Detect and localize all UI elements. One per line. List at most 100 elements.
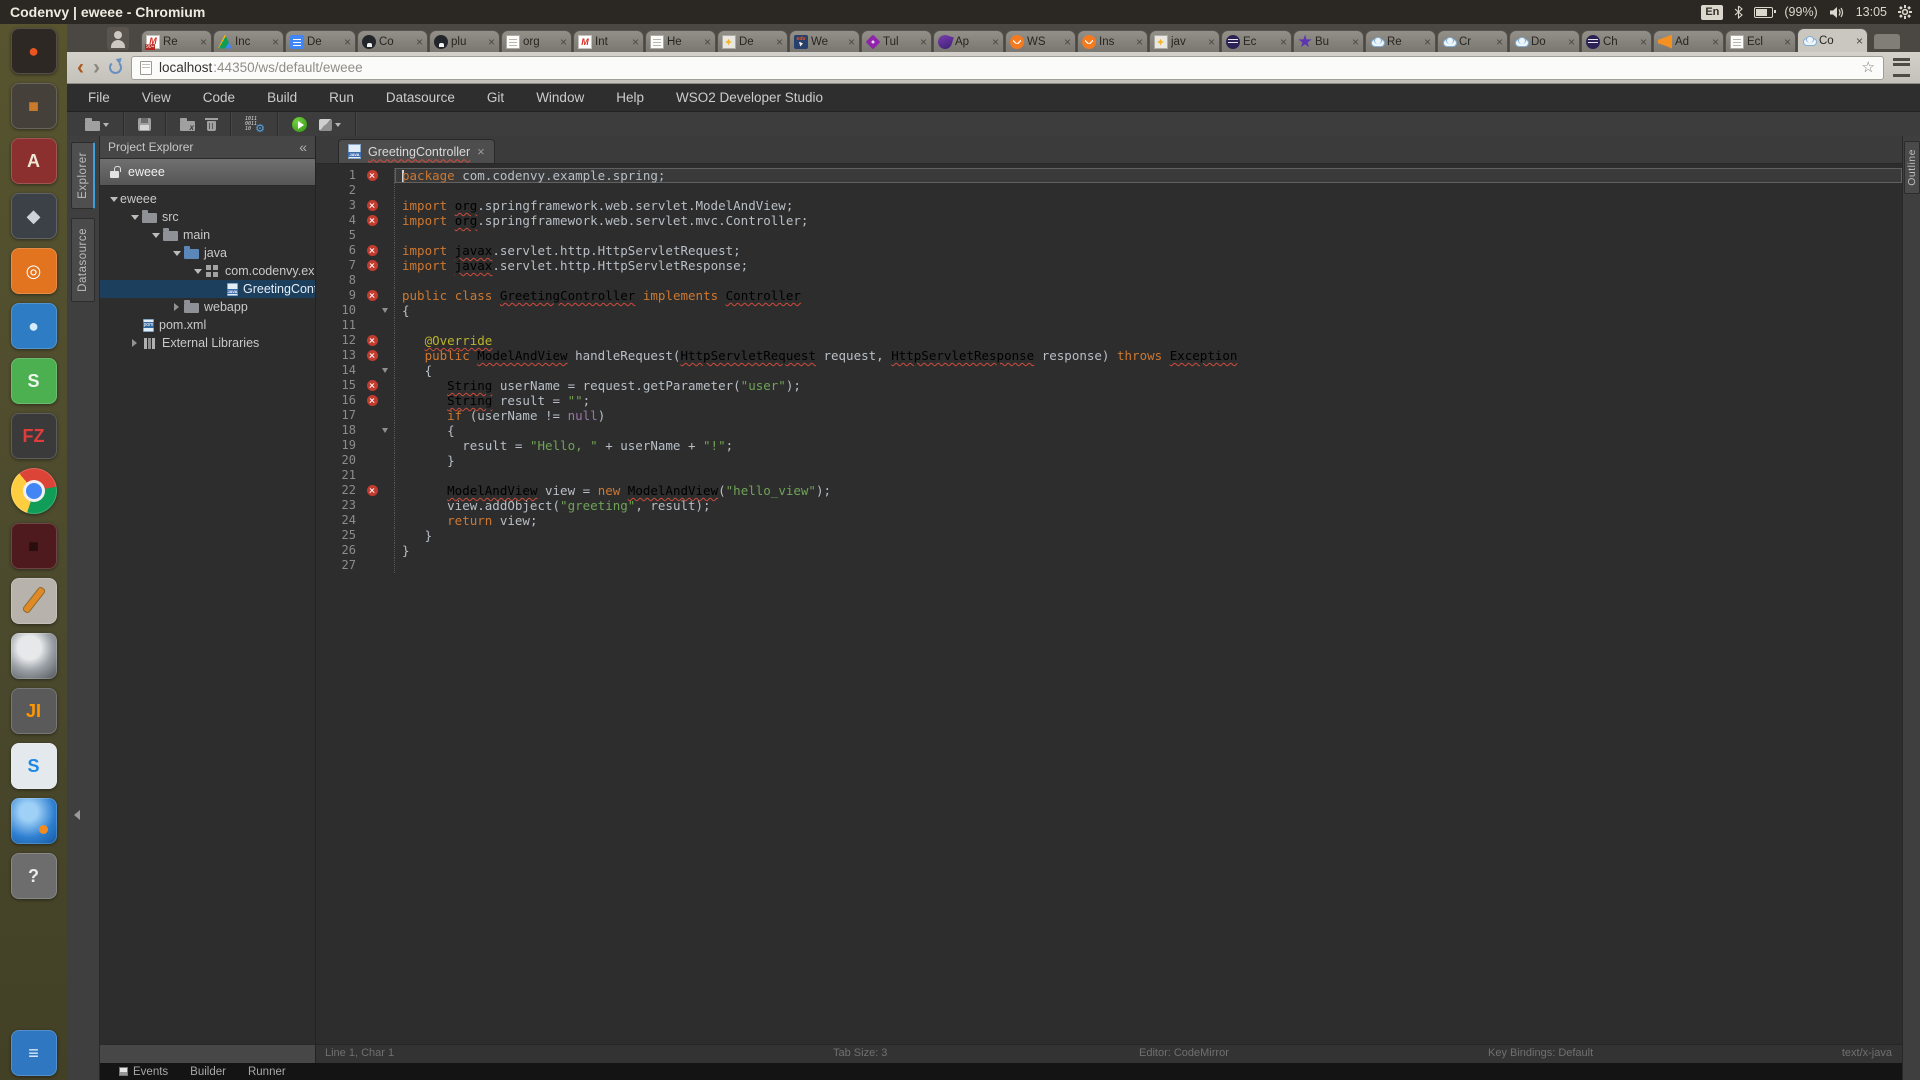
- tab-close-icon[interactable]: ×: [488, 36, 495, 48]
- browser-tab-4-co[interactable]: Co×: [357, 30, 428, 52]
- code-line-10[interactable]: 10{: [316, 303, 1902, 318]
- clock[interactable]: 13:05: [1856, 5, 1887, 19]
- keyboard-layout-indicator[interactable]: En: [1701, 5, 1723, 20]
- launcher-icon-spiral[interactable]: ◎: [11, 248, 57, 294]
- browser-tab-15-jav[interactable]: jav×: [1149, 30, 1220, 52]
- browser-tab-3-de[interactable]: De×: [285, 30, 356, 52]
- tree-item-com-codenvy-example-sp[interactable]: com.codenvy.example.sp: [100, 262, 315, 280]
- code-line-7[interactable]: 7import javax.servlet.http.HttpServletRe…: [316, 258, 1902, 273]
- code-line-13[interactable]: 13 public ModelAndView handleRequest(Htt…: [316, 348, 1902, 363]
- bluetooth-icon[interactable]: [1734, 5, 1743, 19]
- code-line-23[interactable]: 23 view.addObject("greeting", result);: [316, 498, 1902, 513]
- tree-expander-icon[interactable]: [171, 303, 183, 311]
- bottom-tab-events[interactable]: Events: [108, 1063, 179, 1080]
- launcher-icon-sphere-app[interactable]: [11, 633, 57, 679]
- close-tab-icon[interactable]: ×: [477, 145, 485, 158]
- browser-tab-18-re[interactable]: Re×: [1365, 30, 1436, 52]
- code-line-4[interactable]: 4import org.springframework.web.servlet.…: [316, 213, 1902, 228]
- tab-close-icon[interactable]: ×: [1712, 36, 1719, 48]
- launcher-icon-files[interactable]: ■: [11, 83, 57, 129]
- new-tab-button[interactable]: [1874, 34, 1900, 49]
- profile-avatar-icon[interactable]: [107, 27, 129, 50]
- tab-close-icon[interactable]: ×: [1064, 36, 1071, 48]
- menu-git[interactable]: Git: [471, 85, 520, 111]
- code-line-26[interactable]: 26}: [316, 543, 1902, 558]
- close-project-button[interactable]: [174, 118, 201, 131]
- code-line-25[interactable]: 25 }: [316, 528, 1902, 543]
- side-tab-datasource[interactable]: Datasource: [71, 218, 95, 302]
- tree-expander-icon[interactable]: [108, 192, 120, 206]
- code-line-22[interactable]: 22 ModelAndView view = new ModelAndView(…: [316, 483, 1902, 498]
- code-line-19[interactable]: 19 result = "Hello, " + userName + "!";: [316, 438, 1902, 453]
- tree-expander-icon[interactable]: [171, 246, 183, 260]
- browser-tab-12-ap[interactable]: Ap×: [933, 30, 1004, 52]
- browser-tab-10-we[interactable]: We×: [789, 30, 860, 52]
- menu-wso2-developer-studio[interactable]: WSO2 Developer Studio: [660, 85, 839, 111]
- code-line-24[interactable]: 24 return view;: [316, 513, 1902, 528]
- browser-menu-icon[interactable]: [1893, 58, 1910, 77]
- tab-close-icon[interactable]: ×: [1424, 36, 1431, 48]
- launcher-icon-notes[interactable]: ≡: [11, 1030, 57, 1076]
- delete-button[interactable]: [201, 118, 222, 131]
- code-line-6[interactable]: 6import javax.servlet.http.HttpServletRe…: [316, 243, 1902, 258]
- tab-close-icon[interactable]: ×: [704, 36, 711, 48]
- browser-tab-9-de[interactable]: De×: [717, 30, 788, 52]
- tab-close-icon[interactable]: ×: [776, 36, 783, 48]
- launcher-icon-text-editor[interactable]: [11, 578, 57, 624]
- code-line-17[interactable]: 17 if (userName != null): [316, 408, 1902, 423]
- deploy-button[interactable]: [313, 117, 347, 131]
- menu-datasource[interactable]: Datasource: [370, 85, 471, 111]
- browser-tab-21-ch[interactable]: Ch×: [1581, 30, 1652, 52]
- launcher-icon-green-app[interactable]: S: [11, 358, 57, 404]
- tab-close-icon[interactable]: ×: [1784, 36, 1791, 48]
- tab-close-icon[interactable]: ×: [560, 36, 567, 48]
- reload-button[interactable]: [109, 61, 122, 74]
- tree-item-src[interactable]: src: [100, 208, 315, 226]
- launcher-icon-chromium[interactable]: [11, 468, 57, 514]
- browser-tab-5-plu[interactable]: plu×: [429, 30, 500, 52]
- launcher-icon-ubuntu[interactable]: ●: [11, 28, 57, 74]
- code-line-15[interactable]: 15 String userName = request.getParamete…: [316, 378, 1902, 393]
- launcher-icon-archive[interactable]: A: [11, 138, 57, 184]
- code-editor[interactable]: 1package com.codenvy.example.spring;23im…: [316, 164, 1902, 1044]
- battery-icon[interactable]: [1754, 7, 1773, 18]
- side-tab-explorer[interactable]: Explorer: [71, 142, 95, 209]
- launcher-icon-help[interactable]: ?: [11, 853, 57, 899]
- fold-marker-icon[interactable]: [382, 363, 394, 378]
- tree-item-java[interactable]: java: [100, 244, 315, 262]
- code-line-18[interactable]: 18 {: [316, 423, 1902, 438]
- launcher-icon-filezilla[interactable]: FZ: [11, 413, 57, 459]
- menu-window[interactable]: Window: [520, 85, 600, 111]
- launcher-icon-skype[interactable]: S: [11, 743, 57, 789]
- side-tab-outline[interactable]: Outline: [1904, 141, 1920, 194]
- code-line-21[interactable]: 21: [316, 468, 1902, 483]
- tree-expander-icon[interactable]: [129, 210, 141, 224]
- browser-tab-14-ins[interactable]: Ins×: [1077, 30, 1148, 52]
- tree-item-eweee[interactable]: eweee: [100, 190, 315, 208]
- menu-file[interactable]: File: [72, 85, 126, 111]
- browser-tab-8-he[interactable]: He×: [645, 30, 716, 52]
- tab-close-icon[interactable]: ×: [200, 36, 207, 48]
- build-button[interactable]: [239, 117, 269, 132]
- code-line-20[interactable]: 20 }: [316, 453, 1902, 468]
- save-button[interactable]: [132, 118, 157, 131]
- code-line-1[interactable]: 1package com.codenvy.example.spring;: [316, 168, 1902, 183]
- volume-icon[interactable]: [1829, 6, 1845, 19]
- code-line-8[interactable]: 8: [316, 273, 1902, 288]
- code-line-27[interactable]: 27: [316, 558, 1902, 573]
- launcher-icon-blue-app[interactable]: ●: [11, 303, 57, 349]
- browser-tab-20-do[interactable]: Do×: [1509, 30, 1580, 52]
- panel-collapse-arrow-icon[interactable]: [69, 810, 80, 820]
- browser-tab-23-ecl[interactable]: Ecl×: [1725, 30, 1796, 52]
- browser-tab-13-ws[interactable]: WS×: [1005, 30, 1076, 52]
- browser-tab-17-bu[interactable]: Bu×: [1293, 30, 1364, 52]
- browser-tab-7-int[interactable]: Int×: [573, 30, 644, 52]
- browser-tab-19-cr[interactable]: Cr×: [1437, 30, 1508, 52]
- back-button[interactable]: ‹: [77, 58, 84, 78]
- session-gear-icon[interactable]: [1898, 5, 1912, 19]
- editor-tab-greetingcontroller[interactable]: GreetingController ×: [338, 139, 495, 163]
- tab-close-icon[interactable]: ×: [848, 36, 855, 48]
- open-project-button[interactable]: [79, 118, 115, 131]
- tree-expander-icon[interactable]: [192, 264, 204, 278]
- launcher-icon-app-dark[interactable]: ◆: [11, 193, 57, 239]
